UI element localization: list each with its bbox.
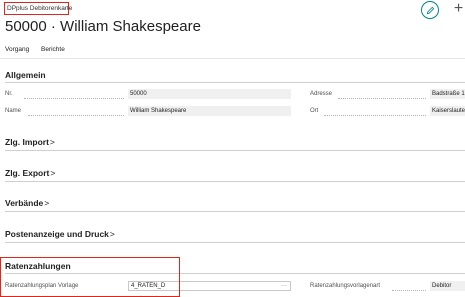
pencil-icon [426, 6, 434, 14]
action-berichte[interactable]: Berichte [41, 46, 65, 53]
ort-field[interactable]: Kaiserslaute [430, 106, 465, 116]
adresse-field[interactable]: Badstraße 1 [430, 89, 465, 99]
section-divider [5, 242, 465, 243]
name-label: Name [5, 108, 22, 114]
section-divider [5, 82, 465, 83]
section-postenanzeige[interactable]: Postenanzeige und Druck> [5, 229, 115, 239]
section-verbaende[interactable]: Verbände> [5, 198, 49, 208]
edit-button[interactable] [421, 1, 439, 19]
section-allgemein[interactable]: Allgemein [5, 70, 46, 80]
ort-label: Ort [310, 108, 319, 114]
section-zlg-export-label: Zlg. Export [5, 168, 50, 178]
nr-label: Nr. [5, 91, 13, 97]
ratenzahlungsvorlagenart-label: Ratenzahlungsvorlagenart [310, 283, 381, 289]
add-button[interactable]: + [452, 1, 465, 18]
nr-field[interactable]: 50000 [128, 89, 291, 99]
vorlagenart-dots [392, 289, 426, 291]
ratenzahlungsvorlagenart-field[interactable]: Debitor [430, 281, 465, 291]
nr-dots [24, 97, 124, 99]
section-divider [5, 181, 465, 182]
chevron-right-icon: > [49, 137, 55, 147]
section-zlg-export[interactable]: Zlg. Export> [5, 168, 55, 178]
name-field[interactable]: William Shakespeare [128, 106, 291, 116]
lookup-icon[interactable]: ··· [281, 282, 287, 290]
chevron-right-icon: > [109, 229, 115, 239]
section-divider [5, 211, 465, 212]
action-vorgang[interactable]: Vorgang [5, 46, 29, 53]
highlight-box [0, 257, 180, 297]
record-title: 50000 · William Shakespeare [5, 18, 201, 35]
section-zlg-import-label: Zlg. Import [5, 137, 49, 147]
chevron-right-icon: > [50, 168, 56, 178]
adresse-label: Adresse [310, 91, 333, 97]
adresse-dots [338, 97, 426, 99]
section-verbaende-label: Verbände [5, 198, 44, 208]
chevron-right-icon: > [44, 198, 50, 208]
ort-dots [324, 114, 426, 116]
action-bar-divider [0, 58, 465, 59]
section-divider [5, 150, 465, 151]
section-zlg-import[interactable]: Zlg. Import> [5, 137, 55, 147]
name-dots [28, 114, 124, 116]
page-caption: DPplus Debitorenkarte [4, 2, 72, 15]
section-allgemein-label: Allgemein [5, 70, 46, 80]
section-postenanzeige-label: Postenanzeige und Druck [5, 229, 109, 239]
